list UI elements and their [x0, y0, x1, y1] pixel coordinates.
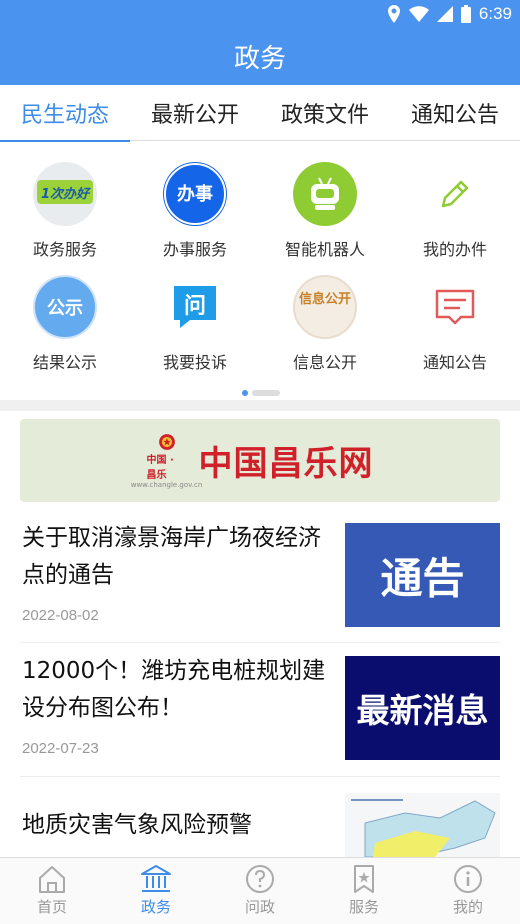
government-building-icon [141, 865, 171, 892]
nav-label: 服务 [348, 898, 379, 916]
pencil-icon [423, 162, 487, 226]
tab-bar: 民生动态 最新公开 政策文件 通知公告 [0, 85, 520, 142]
grid-label: 智能机器人 [284, 240, 365, 259]
status-time: 6:39 [478, 4, 512, 23]
grid-item-wo-yao-tou-su[interactable]: 问 我要投诉 [130, 263, 260, 376]
ban-shi-text: 办事 [177, 183, 213, 205]
news-item[interactable]: 地质灾害气象风险预警 [20, 777, 500, 857]
nav-home[interactable]: 首页 [0, 858, 104, 924]
page-dot-active [242, 390, 248, 396]
xin-xi-gong-kai-icon: 信息公开 [293, 275, 357, 339]
grid-label: 办事服务 [162, 240, 227, 259]
title-bar: 政务 [0, 28, 520, 85]
news-thumbnail-map [345, 793, 500, 857]
question-icon [246, 865, 274, 893]
nav-wo-de[interactable]: 我的 [416, 858, 520, 924]
nav-label: 问政 [244, 898, 275, 916]
notice-icon [423, 275, 487, 339]
wen-text: 问 [184, 294, 206, 319]
grid-label: 信息公开 [292, 353, 357, 372]
nav-label: 首页 [36, 898, 67, 916]
gong-shi-icon: 公示 [33, 275, 97, 339]
grid-item-zheng-wu-fu-wu[interactable]: 1次办好 政务服务 [0, 150, 130, 263]
news-thumbnail: 通告 [345, 523, 500, 627]
national-emblem-icon [158, 433, 175, 450]
page-title: 政务 [233, 44, 286, 74]
news-title: 12000个！潍坊充电桩规划建设分布图公布！ [22, 658, 326, 721]
news-date: 2022-08-02 [22, 607, 99, 624]
service-grid: 1次办好 政务服务 办事 办事服务 智能机器人 我的办件 公示 结果公示 问 我… [0, 150, 520, 380]
grid-label: 结果公示 [32, 353, 97, 372]
grid-item-xin-xi-gong-kai[interactable]: 信息公开 信息公开 [260, 263, 390, 376]
grid-label: 我的办件 [422, 240, 487, 259]
wifi-icon [408, 6, 429, 22]
tab-tong-zhi-gong-gao[interactable]: 通知公告 [390, 85, 520, 141]
home-icon [39, 866, 65, 893]
grid-item-jie-guo-gong-shi[interactable]: 公示 结果公示 [0, 263, 130, 376]
news-thumbnail: 最新消息 [345, 656, 500, 760]
yi-ci-ban-hao-icon: 1次办好 [33, 162, 97, 226]
grid-label: 政务服务 [32, 240, 97, 259]
bottom-nav: 首页 政务 问政 服务 我的 [0, 857, 520, 924]
news-item[interactable]: 12000个！潍坊充电桩规划建设分布图公布！ 2022-07-23 最新消息 [20, 643, 500, 777]
signal-icon [436, 6, 453, 22]
banner-title: 中国昌乐网 [198, 444, 374, 484]
location-icon [387, 5, 400, 23]
status-icons: 6:39 [387, 4, 512, 24]
thumbnail-text: 通告 [380, 553, 465, 603]
nav-label: 我的 [452, 898, 483, 916]
grid-item-ban-shi-fu-wu[interactable]: 办事 办事服务 [130, 150, 260, 263]
yi-ci-ban-hao-text: 1次办好 [41, 186, 91, 202]
news-title: 关于取消濠景海岸广场夜经济点的通告 [22, 525, 321, 588]
bookmark-star-icon [354, 865, 374, 893]
nav-zheng-wu[interactable]: 政务 [104, 858, 208, 924]
nav-fu-wu[interactable]: 服务 [312, 858, 416, 924]
page-dot [252, 390, 280, 396]
ban-shi-icon: 办事 [163, 162, 227, 226]
grid-item-tong-zhi-gong-gao[interactable]: 通知公告 [390, 263, 520, 376]
news-title: 地质灾害气象风险预警 [22, 812, 252, 838]
grid-label: 通知公告 [422, 353, 487, 372]
nav-label: 政务 [140, 898, 171, 916]
changle-banner[interactable]: 中国 · 昌乐 www.changle.gov.cn 中国昌乐网 [20, 419, 500, 502]
grid-item-zhi-neng-ji-qi-ren[interactable]: 智能机器人 [260, 150, 390, 263]
tab-min-sheng-dong-tai[interactable]: 民生动态 [0, 85, 130, 142]
nav-wen-zheng[interactable]: 问政 [208, 858, 312, 924]
robot-icon [293, 162, 357, 226]
banner-subtitle: 中国 · 昌乐 [146, 454, 174, 481]
page-indicator [242, 390, 280, 396]
news-item[interactable]: 关于取消濠景海岸广场夜经济点的通告 2022-08-02 通告 [20, 510, 500, 643]
tab-zui-xin-gong-kai[interactable]: 最新公开 [130, 85, 260, 141]
grid-label: 我要投诉 [162, 353, 227, 372]
emblem-logo: 中国 · 昌乐 www.changle.gov.cn [131, 433, 202, 489]
thumbnail-text: 最新消息 [356, 691, 489, 730]
tab-zheng-ce-wen-jian[interactable]: 政策文件 [260, 85, 390, 141]
info-icon [454, 865, 482, 893]
section-divider [0, 400, 520, 411]
xin-xi-text: 信息公开 [299, 291, 351, 307]
grid-item-wo-de-ban-jian[interactable]: 我的办件 [390, 150, 520, 263]
status-bar: 6:39 [0, 0, 520, 28]
news-date: 2022-07-23 [22, 740, 99, 757]
weather-map-icon [351, 799, 496, 857]
wen-complaint-icon: 问 [163, 275, 227, 339]
banner-url: www.changle.gov.cn [130, 480, 203, 489]
battery-icon [460, 5, 471, 23]
gong-shi-text: 公示 [47, 298, 83, 319]
